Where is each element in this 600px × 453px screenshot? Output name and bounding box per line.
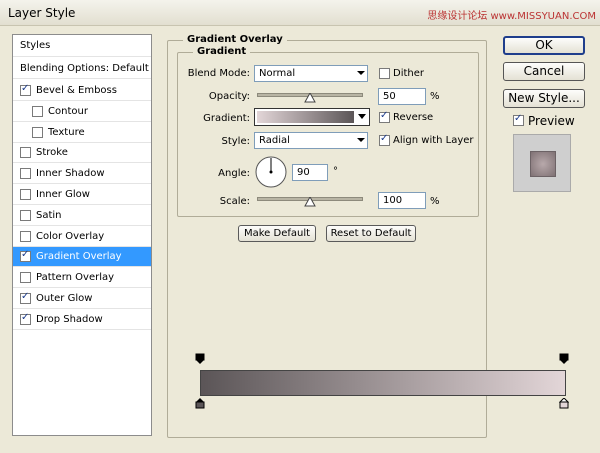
style-item-stroke[interactable]: Stroke [13, 143, 151, 164]
scale-percent: % [430, 196, 440, 207]
style-select[interactable]: Radial [254, 132, 368, 149]
scale-slider-thumb[interactable] [304, 197, 316, 207]
style-item-label: Stroke [36, 147, 68, 159]
blend-mode-select[interactable]: Normal [254, 65, 368, 82]
style-item-label: Contour [48, 105, 88, 117]
opacity-slider-thumb[interactable] [304, 93, 316, 103]
reset-to-default-button[interactable]: Reset to Default [326, 225, 416, 242]
style-checkbox[interactable] [20, 230, 31, 242]
angle-dial[interactable] [254, 155, 288, 189]
style-item-label: Texture [48, 126, 85, 138]
cancel-button[interactable]: Cancel [503, 62, 585, 81]
style-value: Radial [259, 135, 290, 146]
style-item-gradient-overlay[interactable]: Gradient Overlay [13, 247, 151, 268]
dropdown-arrow-icon [357, 138, 365, 142]
dither-checkbox[interactable] [379, 68, 390, 79]
dither-label: Dither [393, 68, 425, 79]
style-checkbox[interactable] [20, 291, 31, 304]
style-item-label: Inner Glow [36, 189, 90, 200]
make-default-button[interactable]: Make Default [238, 225, 316, 242]
gradient-bar[interactable] [200, 370, 566, 396]
scale-value: 100 [383, 195, 403, 206]
styles-list: Styles Blending Options: Default Bevel &… [12, 34, 152, 436]
style-item-label: Drop Shadow [36, 313, 103, 325]
blending-options-label: Blending Options: Default [20, 63, 149, 74]
style-item-label: Pattern Overlay [36, 272, 115, 284]
preview-label: Preview [528, 114, 575, 128]
style-item-contour[interactable]: Contour [13, 102, 151, 122]
color-stop-left-icon[interactable] [195, 398, 205, 409]
gradient-overlay-title: Gradient Overlay [183, 34, 287, 45]
gradient-subtitle: Gradient [193, 46, 251, 57]
opacity-label: Opacity: [208, 91, 250, 102]
opacity-percent: % [430, 91, 440, 102]
style-item-inner-glow[interactable]: Inner Glow [13, 185, 151, 205]
style-item-label: Inner Shadow [36, 168, 105, 180]
style-item-color-overlay[interactable]: Color Overlay [13, 227, 151, 247]
style-item-label: Color Overlay [36, 230, 105, 242]
style-item-bevel-emboss[interactable]: Bevel & Emboss [13, 81, 151, 101]
style-checkbox[interactable] [32, 126, 43, 138]
gradient-label: Gradient: [203, 113, 250, 124]
align-with-layer-label: Align with Layer [393, 135, 474, 146]
style-item-texture[interactable]: Texture [13, 123, 151, 143]
style-checkbox[interactable] [20, 209, 31, 221]
window-title: Layer Style [8, 6, 76, 20]
style-item-outer-glow[interactable]: Outer Glow [13, 289, 151, 309]
style-item-pattern-overlay[interactable]: Pattern Overlay [13, 268, 151, 289]
angle-label: Angle: [218, 168, 250, 179]
opacity-value: 50 [383, 91, 396, 102]
title-bar: Layer Style 思缘设计论坛 www.MISSYUAN.COM [0, 0, 600, 26]
gradient-swatch[interactable] [257, 111, 354, 123]
preview-checkbox[interactable] [513, 113, 524, 126]
style-checkbox[interactable] [32, 105, 43, 117]
angle-field[interactable]: 90 [292, 164, 328, 181]
style-item-satin[interactable]: Satin [13, 206, 151, 226]
ok-button[interactable]: OK [503, 36, 585, 55]
color-stop-right-icon[interactable] [559, 398, 569, 409]
preview-thumbnail [513, 134, 571, 192]
dropdown-arrow-icon [357, 71, 365, 75]
reverse-checkbox[interactable] [379, 110, 390, 123]
angle-value: 90 [297, 167, 310, 178]
reverse-label: Reverse [393, 112, 434, 123]
style-item-label: Outer Glow [36, 293, 93, 304]
style-checkbox[interactable] [20, 147, 31, 159]
watermark: 思缘设计论坛 www.MISSYUAN.COM [427, 11, 596, 22]
styles-header-label: Styles [20, 40, 51, 51]
angle-degree: ° [333, 166, 338, 177]
style-item-label: Bevel & Emboss [36, 85, 117, 96]
opacity-stop-left-icon[interactable] [195, 353, 205, 364]
preview-sample [530, 151, 556, 177]
scale-label: Scale: [219, 196, 250, 207]
style-label: Style: [221, 136, 251, 147]
style-checkbox[interactable] [20, 272, 31, 284]
new-style-button[interactable]: New Style... [503, 89, 585, 108]
style-checkbox[interactable] [20, 168, 31, 180]
gradient-editor [195, 350, 569, 415]
style-checkbox[interactable] [20, 312, 31, 325]
style-item-label: Satin [36, 209, 62, 221]
blend-mode-label: Blend Mode: [187, 68, 250, 79]
gradient-dropdown-icon[interactable] [358, 114, 366, 119]
style-checkbox[interactable] [20, 83, 31, 96]
style-checkbox[interactable] [20, 249, 31, 263]
style-checkbox[interactable] [20, 189, 31, 200]
opacity-stop-right-icon[interactable] [559, 353, 569, 364]
align-with-layer-checkbox[interactable] [379, 133, 390, 146]
blending-options-item[interactable]: Blending Options: Default [13, 59, 151, 79]
styles-header[interactable]: Styles [13, 35, 151, 57]
style-item-label: Gradient Overlay [36, 251, 122, 263]
opacity-field[interactable]: 50 [378, 88, 426, 105]
scale-field[interactable]: 100 [378, 192, 426, 209]
blend-mode-value: Normal [259, 68, 296, 79]
style-item-inner-shadow[interactable]: Inner Shadow [13, 164, 151, 185]
style-item-drop-shadow[interactable]: Drop Shadow [13, 310, 151, 330]
gradient-picker[interactable] [254, 108, 370, 126]
